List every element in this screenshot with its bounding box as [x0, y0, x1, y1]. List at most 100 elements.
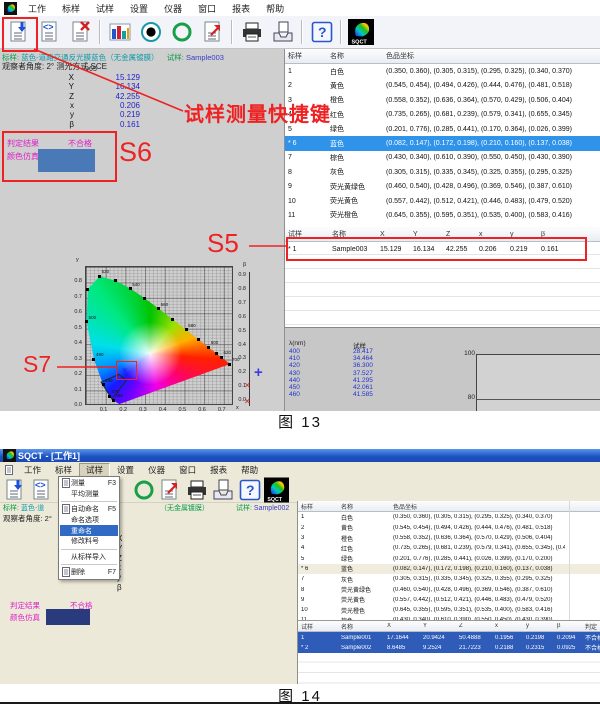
svg-text:<>: <>	[43, 22, 54, 32]
table-row[interactable]: 9荧光黄绿色(0.460, 0.540), (0.428, 0.496), (0…	[285, 180, 600, 194]
calibrate-ring-icon[interactable]	[168, 19, 195, 46]
menu-separator	[61, 564, 117, 565]
help-icon[interactable]: ?	[237, 477, 262, 502]
menu-item-从标样导入[interactable]: 从标样导入	[60, 552, 118, 563]
table-row[interactable]: 1白色(0.350, 0.360), (0.305, 0.315), (0.29…	[285, 64, 600, 78]
menu-item-修改料号[interactable]: 修改料号	[60, 536, 118, 547]
spectral-row[interactable]: 430 37.527	[285, 370, 435, 377]
menu-item-报表[interactable]: 报表	[224, 2, 258, 15]
spectral-row[interactable]: 46041.585	[285, 391, 435, 398]
table-row[interactable]: 9荧光黄色(0.557, 0.442), (0.512, 0.421), (0.…	[298, 595, 600, 605]
table-row[interactable]: 10荧光橙色(0.645, 0.355), (0.595, 0.351), (0…	[298, 605, 600, 615]
menu-item-试样[interactable]: 试样	[88, 2, 122, 15]
table-row[interactable]: 8灰色(0.305, 0.315), (0.335, 0.345), (0.32…	[285, 165, 600, 179]
column-header: y	[523, 623, 554, 629]
print-icon[interactable]	[184, 477, 209, 502]
sample-label: 试样:	[167, 53, 184, 62]
menu-item-窗口[interactable]: 窗口	[172, 464, 203, 476]
table-row[interactable]: * 2Sample0028.64859.252421.72230.21880.2…	[298, 643, 600, 653]
table-row[interactable]: 2黄色(0.545, 0.454), (0.494, 0.426), (0.44…	[285, 79, 600, 93]
table-row[interactable]: 1Sample00117.164420.942450.48880.19560.2…	[298, 632, 600, 642]
table-row[interactable]: 3橙色(0.558, 0.352), (0.636, 0.364), (0.57…	[298, 533, 600, 543]
screenshot-fig14: SQCT - [工作1] 工作标样试样设置仪器窗口报表帮助 <>?SQCT 测量…	[0, 449, 600, 684]
spectral-row[interactable]: 42036.300	[285, 362, 435, 369]
menu-item-设置[interactable]: 设置	[122, 2, 156, 15]
beta-tick: 0.9	[226, 272, 246, 278]
export-doc-icon[interactable]	[158, 477, 183, 502]
cell: 21.7223	[456, 645, 492, 651]
column-header: 色品坐标	[390, 502, 565, 511]
table-row[interactable]: 7棕色(0.430, 0.340), (0.610, 0.390), (0.55…	[285, 151, 600, 165]
beta-tick: 0.1	[226, 383, 246, 389]
table-row[interactable]: 2黄色(0.545, 0.454), (0.494, 0.426), (0.44…	[298, 523, 600, 533]
menu-item-删除[interactable]: 删除F7	[60, 567, 118, 578]
menu-item-仪器[interactable]: 仪器	[156, 2, 190, 15]
cell: 灰色	[338, 575, 390, 584]
cie-y-tick: 0.3	[62, 356, 82, 362]
table-row[interactable]: * 6蓝色(0.082, 0.147), (0.172, 0.198), (0.…	[285, 136, 600, 150]
menu-item-标样[interactable]: 标样	[48, 464, 79, 476]
menu-item-帮助[interactable]: 帮助	[234, 464, 265, 476]
table-row[interactable]: * 1Sample00315.12916.13442.2550.2060.219…	[285, 242, 600, 256]
spectral-row[interactable]: 44041.295	[285, 377, 435, 384]
cell: 0.219	[507, 246, 538, 253]
export-doc-icon[interactable]	[199, 19, 226, 46]
menu-item-重命名[interactable]: 重命名	[60, 525, 118, 536]
lambda-value: 400	[289, 348, 319, 355]
measure-sample-icon[interactable]	[5, 19, 32, 46]
spectral-row[interactable]: 40028.417	[285, 348, 435, 355]
calibrate-ring-icon[interactable]	[131, 477, 156, 502]
table-row[interactable]: 1白色(0.350, 0.360), (0.305, 0.315), (0.29…	[298, 512, 600, 522]
measure-dot-icon[interactable]	[137, 19, 164, 46]
table-row[interactable]: 4红色(0.735, 0.265), (0.681, 0.239), (0.57…	[298, 543, 600, 553]
table-row[interactable]: 7灰色(0.305, 0.315), (0.335, 0.345), (0.32…	[298, 574, 600, 584]
color-bars-icon[interactable]	[106, 19, 133, 46]
cell: (0.460, 0.540), (0.428, 0.496), (0.369, …	[390, 587, 565, 593]
save-icon[interactable]	[269, 19, 296, 46]
cell: 红色	[327, 110, 383, 120]
help-icon[interactable]: ?	[308, 19, 335, 46]
menu-item-帮助[interactable]: 帮助	[258, 2, 292, 15]
judge-result-label: 判定结果	[7, 138, 39, 149]
menu-item-仪器[interactable]: 仪器	[141, 464, 172, 476]
menu-item-工作[interactable]: 工作	[17, 464, 48, 476]
cell: (0.557, 0.442), (0.512, 0.421), (0.446, …	[383, 198, 600, 205]
menu-item-标样[interactable]: 标样	[54, 2, 88, 15]
spectral-chart-tick-80: 80	[455, 394, 475, 401]
measure-sample-icon[interactable]	[2, 477, 27, 502]
lambda-value: 430	[289, 370, 319, 377]
table-row[interactable]: 5绿色(0.201, 0.776), (0.285, 0.441), (0.02…	[298, 553, 600, 563]
menu-item-测量[interactable]: 测量F3	[60, 478, 118, 489]
table-row[interactable]: 11荧光橙色(0.645, 0.355), (0.595, 0.351), (0…	[285, 208, 600, 222]
table-row[interactable]: * 6蓝色(0.082, 0.147), (0.172, 0.198), (0.…	[298, 564, 600, 574]
menu-item-工作[interactable]: 工作	[20, 2, 54, 15]
spectral-row[interactable]: 41034.464	[285, 355, 435, 362]
delete-sample-icon[interactable]	[67, 19, 94, 46]
spectral-row[interactable]: 45042.061	[285, 384, 435, 391]
table-row[interactable]: 8荧光黄绿色(0.460, 0.540), (0.428, 0.496), (0…	[298, 584, 600, 594]
cell: 荧光橙色	[327, 210, 383, 220]
menu-item-报表[interactable]: 报表	[203, 464, 234, 476]
sqct-logo-icon[interactable]: SQCT	[347, 19, 374, 46]
table-row[interactable]: 10荧光黄色(0.557, 0.442), (0.512, 0.421), (0…	[285, 194, 600, 208]
menu-item-设置[interactable]: 设置	[110, 464, 141, 476]
menu-item-窗口[interactable]: 窗口	[190, 2, 224, 15]
save-icon[interactable]	[211, 477, 236, 502]
cie-y-tick: 0.4	[62, 340, 82, 346]
app-icon	[2, 450, 16, 461]
menu-item-命名选项[interactable]: 命名选项	[60, 515, 118, 526]
compare-icon[interactable]: <>	[29, 477, 54, 502]
judge-result-value: 不合格	[68, 138, 92, 149]
cie-y-tick: 0.8	[62, 278, 82, 284]
menu-item-平均测量[interactable]: 平均测量	[60, 489, 118, 500]
compare-icon[interactable]: <>	[36, 19, 63, 46]
table-row[interactable]: 5绿色(0.201, 0.776), (0.285, 0.441), (0.17…	[285, 122, 600, 136]
sqct-logo-icon[interactable]: SQCT	[264, 477, 289, 502]
menu-item-试样[interactable]: 试样	[79, 463, 110, 477]
table-row[interactable]: 4红色(0.735, 0.265), (0.681, 0.239), (0.57…	[285, 108, 600, 122]
print-icon[interactable]	[238, 19, 265, 46]
sample-spectral-value: 37.527	[353, 370, 393, 377]
menu-item-自动命名[interactable]: 自动命名F5	[60, 504, 118, 515]
table-row[interactable]: 3橙色(0.558, 0.352), (0.636, 0.364), (0.57…	[285, 93, 600, 107]
locus-wavelength-label: 500	[89, 315, 97, 320]
